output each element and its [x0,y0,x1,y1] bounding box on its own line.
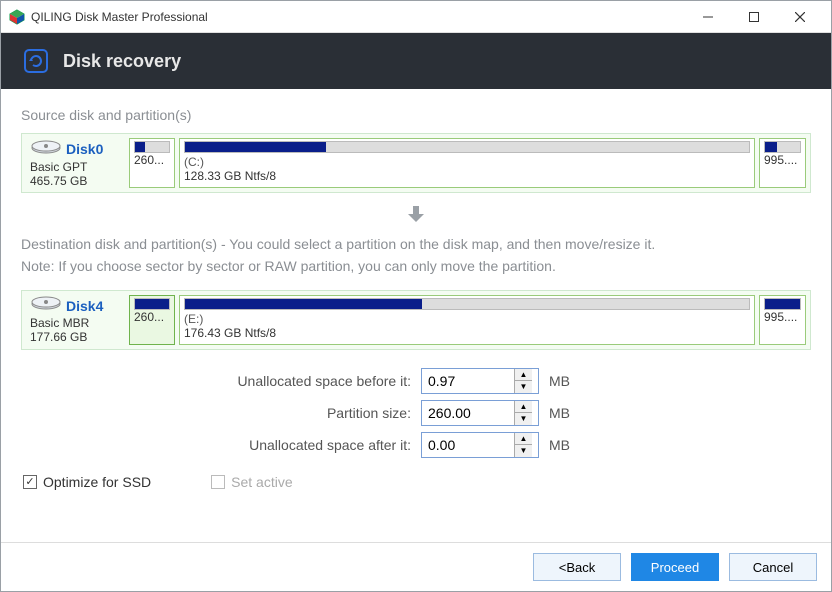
proceed-button[interactable]: Proceed [631,553,719,581]
partition-usage-bar [184,141,750,153]
set-active-checkbox: Set active [211,474,292,490]
label-unalloc-before: Unallocated space before it: [21,373,421,389]
partition-box[interactable]: 995.... [759,295,806,345]
spin-up-icon[interactable]: ▲ [515,369,532,381]
partition-box[interactable]: 995.... [759,138,806,188]
source-disk-identity: Disk0 Basic GPT 465.75 GB [26,138,125,188]
unit-label: MB [549,437,570,453]
partition-usage-bar [134,298,170,310]
row-unalloc-after: Unallocated space after it: ▲▼ MB [21,432,811,458]
window-title: QILING Disk Master Professional [31,10,685,24]
partition-size-field[interactable] [422,405,514,421]
partition-usage-bar [764,298,801,310]
spin-up-icon[interactable]: ▲ [515,401,532,413]
spin-down-icon[interactable]: ▼ [515,381,532,393]
partition-usage-bar [184,298,750,310]
page-title: Disk recovery [63,51,181,72]
checkbox-icon: ✓ [23,475,37,489]
destination-disk-map: Disk4 Basic MBR 177.66 GB 260... (E:)176.… [21,290,811,350]
spin-down-icon[interactable]: ▼ [515,413,532,425]
cancel-button[interactable]: Cancel [729,553,817,581]
source-disk-name: Disk0 [66,141,103,157]
dest-disk-name: Disk4 [66,298,103,314]
spin-up-icon[interactable]: ▲ [515,433,532,445]
destination-hint-line2: Note: If you choose sector by sector or … [21,255,811,277]
partition-sublabel: 995.... [764,153,801,167]
unalloc-after-field[interactable] [422,437,514,453]
hard-drive-icon [30,139,62,160]
partition-box[interactable]: (E:)176.43 GB Ntfs/8 [179,295,755,345]
content-area: Source disk and partition(s) Disk0 Basic… [1,89,831,542]
input-partition-size[interactable]: ▲▼ [421,400,539,426]
unit-label: MB [549,373,570,389]
partition-box[interactable]: (C:)128.33 GB Ntfs/8 [179,138,755,188]
window-controls [685,1,823,33]
partition-sublabel: 260... [134,310,170,324]
partition-sublabel: 176.43 GB Ntfs/8 [184,326,750,340]
set-active-label: Set active [231,474,292,490]
partition-box[interactable]: 260... [129,295,175,345]
partition-box[interactable]: 260... [129,138,175,188]
partition-label: (C:) [184,155,750,169]
recovery-icon [23,48,49,74]
input-unalloc-before[interactable]: ▲▼ [421,368,539,394]
unalloc-before-field[interactable] [422,373,514,389]
minimize-button[interactable] [685,1,731,33]
source-disk-size: 465.75 GB [30,174,121,188]
footer-bar: <Back Proceed Cancel [1,542,831,591]
partition-form: Unallocated space before it: ▲▼ MB Parti… [21,368,811,458]
dest-disk-identity: Disk4 Basic MBR 177.66 GB [26,295,125,345]
partition-usage-bar [134,141,170,153]
dest-disk-type: Basic MBR [30,316,121,330]
source-disk-type: Basic GPT [30,160,121,174]
optimize-ssd-checkbox[interactable]: ✓ Optimize for SSD [23,474,151,490]
input-unalloc-after[interactable]: ▲▼ [421,432,539,458]
source-disk-map: Disk0 Basic GPT 465.75 GB 260... (C:)128.… [21,133,811,193]
label-partition-size: Partition size: [21,405,421,421]
maximize-button[interactable] [731,1,777,33]
app-window: QILING Disk Master Professional Disk rec… [0,0,832,592]
checkbox-row: ✓ Optimize for SSD Set active [21,474,811,490]
label-unalloc-after: Unallocated space after it: [21,437,421,453]
row-partition-size: Partition size: ▲▼ MB [21,400,811,426]
row-unalloc-before: Unallocated space before it: ▲▼ MB [21,368,811,394]
optimize-ssd-label: Optimize for SSD [43,474,151,490]
dest-disk-size: 177.66 GB [30,330,121,344]
source-section-label: Source disk and partition(s) [21,107,811,123]
partition-label: (E:) [184,312,750,326]
partition-sublabel: 128.33 GB Ntfs/8 [184,169,750,183]
down-arrow-icon [21,203,811,225]
checkbox-icon [211,475,225,489]
partition-sublabel: 995.... [764,310,801,324]
hard-drive-icon [30,295,62,316]
partition-sublabel: 260... [134,153,170,167]
spin-down-icon[interactable]: ▼ [515,445,532,457]
close-button[interactable] [777,1,823,33]
back-button[interactable]: <Back [533,553,621,581]
destination-hint-line1: Destination disk and partition(s) - You … [21,233,811,255]
partition-usage-bar [764,141,801,153]
unit-label: MB [549,405,570,421]
app-logo-icon [9,9,25,25]
titlebar: QILING Disk Master Professional [1,1,831,33]
page-header: Disk recovery [1,33,831,89]
